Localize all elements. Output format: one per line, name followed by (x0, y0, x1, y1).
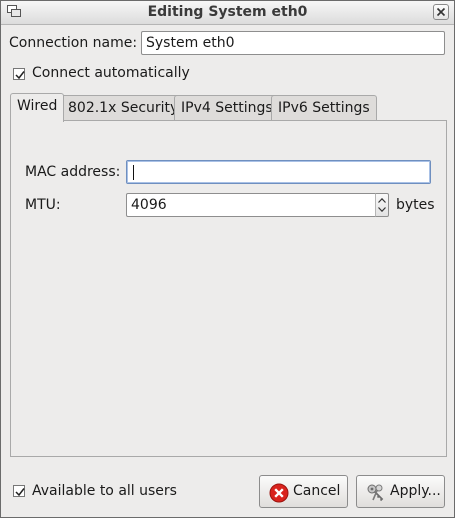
tab-ipv4-settings-label: IPv4 Settings (181, 100, 273, 116)
mac-address-input[interactable] (126, 160, 431, 184)
cancel-button[interactable]: Cancel (259, 475, 348, 508)
mtu-label: MTU: (25, 197, 61, 213)
tab-ipv6-settings[interactable]: IPv6 Settings (271, 95, 377, 120)
window-title: Editing System eth0 (147, 4, 308, 20)
tab-8021x-security-label: 802.1x Security (68, 100, 179, 116)
text-cursor (133, 165, 134, 180)
cancel-button-label: Cancel (293, 483, 341, 499)
cancel-icon (269, 483, 289, 507)
close-icon (436, 7, 446, 17)
mtu-unit-label: bytes (396, 197, 435, 213)
connection-name-label-text: Connection name: (9, 35, 138, 51)
tab-8021x-security[interactable]: 802.1x Security (61, 95, 186, 120)
connection-name-input[interactable] (141, 31, 445, 55)
connect-automatically-label[interactable]: Connect automatically (32, 65, 190, 81)
tab-wired[interactable]: Wired (10, 93, 65, 122)
close-button[interactable] (433, 4, 449, 20)
available-to-all-users-label[interactable]: Available to all users (32, 483, 177, 499)
tab-ipv6-settings-label: IPv6 Settings (278, 100, 370, 116)
spin-down-icon (378, 207, 386, 212)
mac-address-label: MAC address: (25, 164, 121, 180)
tab-wired-label: Wired (17, 98, 58, 114)
connection-name-label: Connection name: (9, 35, 137, 51)
mtu-input[interactable] (126, 193, 376, 217)
dialog-window: Editing System eth0 Connection name: Con… (0, 0, 455, 518)
title-bar[interactable]: Editing System eth0 (1, 1, 454, 25)
mtu-spinner[interactable] (375, 193, 389, 217)
available-to-all-users-checkbox[interactable] (13, 485, 25, 497)
checkmark-icon (15, 71, 25, 80)
apply-button[interactable]: Apply... (356, 475, 445, 508)
tab-ipv4-settings[interactable]: IPv4 Settings (174, 95, 280, 120)
apply-button-label: Apply... (390, 483, 441, 499)
wired-tab-panel: MAC address: MTU: bytes (10, 120, 447, 457)
connect-automatically-checkbox[interactable] (13, 68, 25, 80)
checkmark-icon (15, 488, 25, 497)
spin-up-icon (378, 198, 386, 203)
keys-icon (366, 483, 386, 507)
